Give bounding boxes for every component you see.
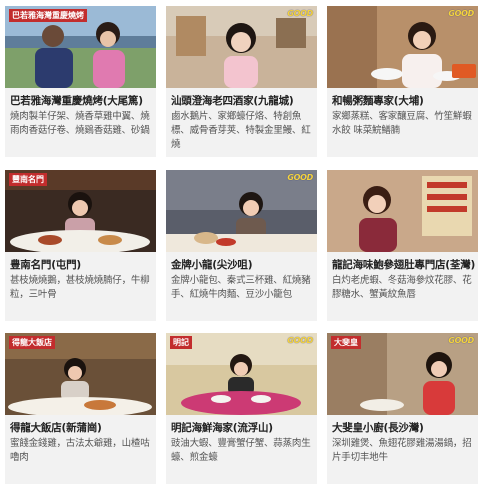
restaurant-card[interactable]: GOOD 和暢粥麵專家(大埔) 家鄉蒸糕、客家釀豆腐、竹笙鮮蝦水餃 味菜鯇鱔腩	[327, 6, 478, 157]
video-thumbnail[interactable]: 得龍大飯店	[5, 333, 156, 415]
restaurant-description: 蜜餞金錢雞，古法太爺雞，山楂咕嚕肉	[10, 438, 150, 463]
video-thumbnail[interactable]: 豐南名門	[5, 170, 156, 252]
restaurant-title[interactable]: 豊南名門(屯門)	[10, 258, 156, 272]
restaurant-description: 深圳雞煲、魚翅花膠雞湯湯鍋，招片手切丰地牛	[332, 438, 472, 463]
restaurant-title[interactable]: 明記海鮮海家(流浮山)	[171, 421, 317, 435]
restaurant-grid: 巴若雅海灣重慶燒烤 巴若雅海灣重慶燒烤(大尾篤) 燒肉製羊仔架、燒香草雞中翼、燒…	[0, 0, 483, 484]
restaurant-title[interactable]: 金牌小龍(尖沙咀)	[171, 258, 317, 272]
video-thumbnail[interactable]	[327, 170, 478, 252]
restaurant-title[interactable]: 和暢粥麵專家(大埔)	[332, 94, 478, 108]
restaurant-card[interactable]: 龍記海味鮑參翅肚專門店(荃灣) 白灼老虎蝦、冬菇海參炆花膠、花膠糖水、蟹黃紋魚唇	[327, 170, 478, 321]
thumbnail-image	[327, 170, 478, 252]
video-thumbnail[interactable]: 大斐皇 GOOD	[327, 333, 478, 415]
restaurant-logo: 巴若雅海灣重慶燒烤	[9, 9, 87, 22]
restaurant-card[interactable]: GOOD 汕頭澄海老四酒家(九龍城) 鹵水鵝片、家鄉蠔仔烙、特創魚標、威骨香芽荚…	[166, 6, 317, 157]
restaurant-card[interactable]: GOOD 金牌小龍(尖沙咀) 金牌小龍包、秦式三杯雞、紅燒豬手、紅燒牛肉麵、豆沙…	[166, 170, 317, 321]
video-thumbnail[interactable]: 巴若雅海灣重慶燒烤	[5, 6, 156, 88]
restaurant-description: 家鄉蒸糕、客家釀豆腐、竹笙鮮蝦水餃 味菜鯇鱔腩	[332, 111, 472, 136]
restaurant-card[interactable]: 大斐皇 GOOD 大斐皇小廚(長沙灣) 深圳雞煲、魚翅花膠雞湯湯鍋，招片手切丰地…	[327, 333, 478, 484]
restaurant-title[interactable]: 巴若雅海灣重慶燒烤(大尾篤)	[10, 94, 156, 108]
restaurant-title[interactable]: 龍記海味鮑參翅肚專門店(荃灣)	[332, 258, 478, 272]
thumbnail-image	[166, 6, 317, 88]
video-thumbnail[interactable]: GOOD	[166, 170, 317, 252]
good-show-badge: GOOD	[287, 9, 313, 18]
video-thumbnail[interactable]: 明記 GOOD	[166, 333, 317, 415]
restaurant-description: 燒肉製羊仔架、燒香草雞中翼、燒雨肉香菇仔卷、燒鷄香菇雞、砂鍋	[10, 111, 150, 136]
restaurant-card[interactable]: 豐南名門 豊南名門(屯門) 甚枝燒燒鵝，甚枝燒燒腩仔，牛柳粒，三叶骨	[5, 170, 156, 321]
thumbnail-image	[166, 170, 317, 252]
restaurant-card[interactable]: 得龍大飯店 得龍大飯店(新蒲崗) 蜜餞金錢雞，古法太爺雞，山楂咕嚕肉	[5, 333, 156, 484]
restaurant-logo: 豐南名門	[9, 173, 47, 186]
restaurant-description: 豉油大蝦、豐膏蟹仔蟹、蒜蒸肉生蠔、煎金蠔	[171, 438, 311, 463]
good-show-badge: GOOD	[287, 173, 313, 182]
restaurant-logo: 得龍大飯店	[9, 336, 55, 349]
restaurant-card[interactable]: 明記 GOOD 明記海鮮海家(流浮山) 豉油大蝦、豐膏蟹仔蟹、蒜蒸肉生蠔、煎金蠔	[166, 333, 317, 484]
video-thumbnail[interactable]: GOOD	[327, 6, 478, 88]
restaurant-description: 鹵水鵝片、家鄉蠔仔烙、特創魚標、威骨香芽荚、特製金里鰻、紅燒	[171, 111, 311, 150]
thumbnail-image	[327, 6, 478, 88]
good-show-badge: GOOD	[448, 9, 474, 18]
restaurant-description: 白灼老虎蝦、冬菇海參炆花膠、花膠糖水、蟹黃紋魚唇	[332, 275, 472, 300]
restaurant-logo: 大斐皇	[331, 336, 361, 349]
restaurant-title[interactable]: 大斐皇小廚(長沙灣)	[332, 421, 478, 435]
restaurant-title[interactable]: 得龍大飯店(新蒲崗)	[10, 421, 156, 435]
good-show-badge: GOOD	[287, 336, 313, 345]
good-show-badge: GOOD	[448, 336, 474, 345]
restaurant-card[interactable]: 巴若雅海灣重慶燒烤 巴若雅海灣重慶燒烤(大尾篤) 燒肉製羊仔架、燒香草雞中翼、燒…	[5, 6, 156, 157]
restaurant-title[interactable]: 汕頭澄海老四酒家(九龍城)	[171, 94, 317, 108]
restaurant-logo: 明記	[170, 336, 192, 349]
restaurant-description: 金牌小龍包、秦式三杯雞、紅燒豬手、紅燒牛肉麵、豆沙小籠包	[171, 275, 311, 300]
video-thumbnail[interactable]: GOOD	[166, 6, 317, 88]
restaurant-description: 甚枝燒燒鵝，甚枝燒燒腩仔，牛柳粒，三叶骨	[10, 275, 150, 300]
